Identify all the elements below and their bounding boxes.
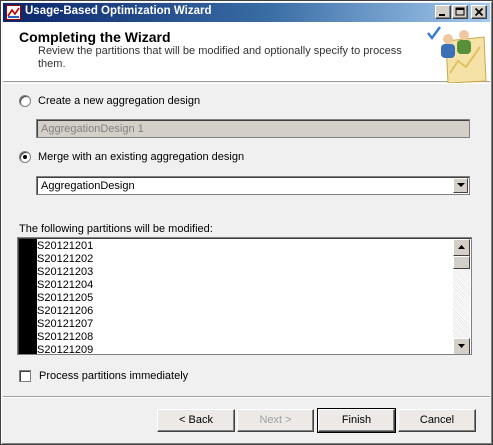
- wizard-header: Completing the Wizard Review the partiti…: [3, 22, 490, 84]
- page-title: Completing the Wizard: [19, 29, 171, 45]
- cancel-button[interactable]: Cancel: [398, 409, 476, 432]
- create-new-label[interactable]: Create a new aggregation design: [38, 95, 200, 107]
- list-item[interactable]: S20121205: [37, 292, 447, 305]
- list-item[interactable]: S20121206: [37, 305, 447, 318]
- wizard-app-icon: [6, 5, 21, 20]
- list-item[interactable]: S20121202: [37, 253, 447, 266]
- close-icon: [474, 7, 484, 17]
- footer-divider: [3, 396, 490, 398]
- redacted-block: [19, 239, 37, 354]
- back-button[interactable]: < Back: [157, 409, 235, 432]
- partitions-list[interactable]: S20121201 S20121202 S20121203 S20121204 …: [17, 237, 472, 355]
- list-item[interactable]: S20121209: [37, 344, 447, 354]
- window-title: Usage-Based Optimization Wizard: [25, 5, 212, 17]
- maximize-button[interactable]: [452, 5, 468, 19]
- list-item[interactable]: S20121207: [37, 318, 447, 331]
- page-subtitle: Review the partitions that will be modif…: [38, 45, 402, 70]
- merge-existing-label[interactable]: Merge with an existing aggregation desig…: [38, 151, 244, 163]
- scroll-thumb[interactable]: [453, 256, 470, 269]
- list-item[interactable]: S20121204: [37, 279, 447, 292]
- wizard-window: Usage-Based Optimization Wizard Completi…: [0, 0, 493, 445]
- create-new-radio[interactable]: [19, 95, 31, 107]
- maximize-icon: [455, 7, 465, 16]
- title-bar[interactable]: Usage-Based Optimization Wizard: [3, 3, 490, 22]
- scroll-down-button[interactable]: [453, 338, 470, 354]
- existing-design-value: AggregationDesign: [41, 180, 135, 192]
- arrow-up-icon: [458, 245, 465, 249]
- users-chart-icon: [426, 25, 488, 86]
- list-item[interactable]: S20121208: [37, 331, 447, 344]
- list-item[interactable]: S20121203: [37, 266, 447, 279]
- arrow-down-icon: [458, 344, 465, 348]
- radio-selected-dot: [23, 155, 27, 159]
- partitions-label: The following partitions will be modifie…: [19, 223, 213, 235]
- process-partitions-checkbox[interactable]: [19, 370, 31, 382]
- chevron-down-icon: [457, 183, 465, 187]
- process-partitions-label[interactable]: Process partitions immediately: [39, 370, 188, 382]
- existing-design-select[interactable]: AggregationDesign: [36, 176, 470, 195]
- finish-button[interactable]: Finish: [317, 408, 396, 433]
- next-button[interactable]: Next >: [237, 409, 314, 432]
- vertical-scrollbar[interactable]: [453, 239, 470, 354]
- merge-existing-radio[interactable]: [19, 151, 31, 163]
- minimize-icon: [439, 14, 445, 16]
- partitions-items: S20121201 S20121202 S20121203 S20121204 …: [37, 240, 447, 354]
- header-divider: [3, 83, 490, 84]
- dropdown-arrow-button[interactable]: [453, 178, 468, 193]
- scroll-up-button[interactable]: [453, 239, 470, 256]
- new-design-name-field[interactable]: AggregationDesign 1: [36, 119, 470, 138]
- minimize-button[interactable]: [435, 5, 451, 19]
- close-button[interactable]: [471, 5, 487, 19]
- list-item[interactable]: S20121201: [37, 240, 447, 253]
